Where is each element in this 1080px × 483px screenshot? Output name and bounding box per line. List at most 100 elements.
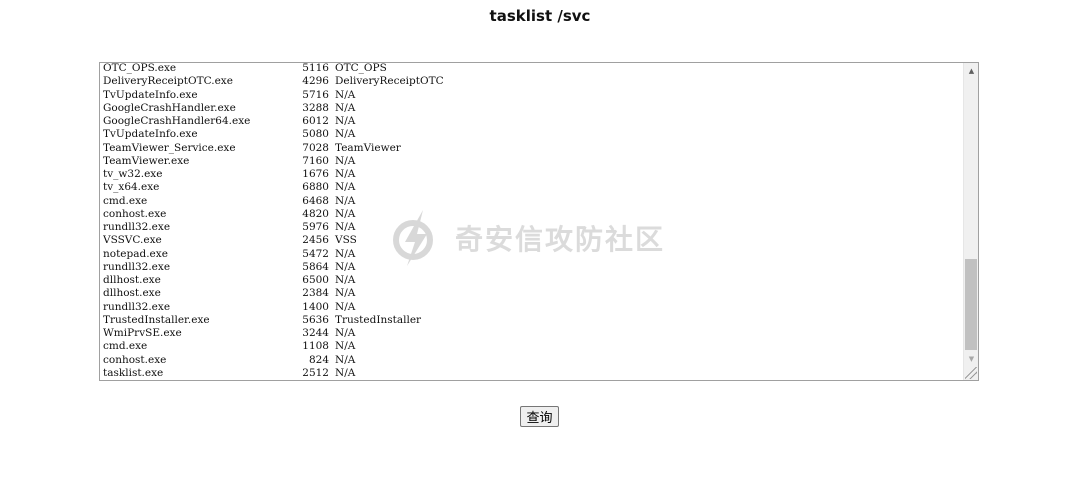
output-row: TeamViewer_Service.exe 7028 TeamViewer [103,142,961,155]
process-name: conhost.exe [103,207,167,220]
process-name: GoogleCrashHandler.exe [103,101,236,114]
output-row: dllhost.exe 6500 N/A [103,274,961,287]
process-name: conhost.exe [103,353,167,366]
process-pid: 824 [308,353,329,366]
output-row: rundll32.exe 5864 N/A [103,261,961,274]
output-row: rundll32.exe 1400 N/A [103,301,961,314]
process-services: N/A [335,181,356,194]
resize-grip-icon[interactable] [965,367,977,379]
process-name: TeamViewer_Service.exe [103,141,236,154]
output-row: tv_w32.exe 1676 N/A [103,168,961,181]
process-name: rundll32.exe [103,300,171,313]
output-row: GoogleCrashHandler64.exe 6012 N/A [103,115,961,128]
output-row: dllhost.exe 2384 N/A [103,287,961,300]
command-output-text: OTC_OPS.exe 5116 OTC_OPS DeliveryReceiptOTC… [103,62,961,380]
output-row: TvUpdateInfo.exe 5716 N/A [103,89,961,102]
process-services: N/A [335,115,356,127]
process-services: VSS [335,234,357,247]
process-services: N/A [335,154,356,167]
process-pid: 5080 [302,128,329,141]
output-row: OTC_OPS.exe 5116 OTC_OPS [103,62,961,75]
command-output-textarea[interactable]: OTC_OPS.exe 5116 OTC_OPS DeliveryReceiptOTC… [99,62,979,381]
page-title: tasklist /svc [489,7,591,25]
process-pid: 1676 [302,168,329,180]
output-row: GoogleCrashHandler.exe 3288 N/A [103,102,961,115]
process-pid: 3244 [302,327,329,339]
process-name: OTC_OPS.exe [103,62,177,74]
output-row: rundll32.exe 5976 N/A [103,221,961,234]
process-services: TeamViewer [335,141,401,154]
process-pid: 5472 [302,247,329,260]
output-row: VSSVC.exe 2456 VSS [103,234,961,247]
output-row: tv_x64.exe 6880 N/A [103,181,961,194]
process-name: notepad.exe [103,247,168,260]
process-name: TvUpdateInfo.exe [103,88,198,101]
query-button[interactable]: 查询 [520,406,559,427]
process-pid: 5976 [302,221,329,233]
process-pid: 5716 [302,88,329,101]
process-services: N/A [335,88,356,101]
process-pid: 3288 [302,101,329,114]
process-services: OTC_OPS [335,62,387,74]
process-pid: 6880 [302,181,329,194]
process-name: TrustedInstaller.exe [103,313,210,326]
output-row: tasklist.exe 2512 N/A [103,367,961,380]
process-pid: 2512 [302,366,329,379]
output-row: cmd.exe 1108 N/A [103,340,961,353]
output-row: cmd.exe 6468 N/A [103,195,961,208]
output-row: TvUpdateInfo.exe 5080 N/A [103,128,961,141]
process-name: tv_x64.exe [103,181,160,194]
process-services: N/A [335,287,356,300]
scroll-down-icon[interactable]: ▼ [964,351,978,366]
process-name: WmiPrvSE.exe [103,327,182,339]
process-services: N/A [335,300,356,313]
process-pid: 5116 [302,62,329,74]
output-row: conhost.exe 824 N/A [103,354,961,367]
output-row: TeamViewer.exe 7160 N/A [103,155,961,168]
process-name: VSSVC.exe [103,234,162,247]
process-pid: 5864 [302,260,329,273]
output-row: conhost.exe 4820 N/A [103,208,961,221]
process-services: N/A [335,194,356,207]
process-name: cmd.exe [103,340,148,353]
process-services: TrustedInstaller [335,313,422,326]
process-services: N/A [335,340,356,353]
output-row: WmiPrvSE.exe 3244 N/A [103,327,961,340]
process-pid: 2384 [302,287,329,300]
process-services: N/A [335,101,356,114]
output-row: TrustedInstaller.exe 5636 TrustedInstaller [103,314,961,327]
process-pid: 1108 [302,340,329,353]
vertical-scrollbar[interactable]: ▲ ▼ [963,63,978,380]
scroll-up-icon[interactable]: ▲ [964,63,978,78]
process-services: N/A [335,327,356,339]
process-name: GoogleCrashHandler64.exe [103,115,251,127]
process-name: TvUpdateInfo.exe [103,128,198,141]
process-pid: 7160 [302,154,329,167]
process-name: tasklist.exe [103,366,164,379]
scroll-thumb[interactable] [965,259,977,350]
process-services: N/A [335,353,356,366]
process-name: cmd.exe [103,194,148,207]
output-row: notepad.exe 5472 N/A [103,248,961,261]
process-services: N/A [335,168,356,180]
process-services: N/A [335,128,356,141]
process-name: TeamViewer.exe [103,154,190,167]
process-services: N/A [335,207,356,220]
process-name: rundll32.exe [103,260,171,273]
process-services: N/A [335,247,356,260]
process-name: rundll32.exe [103,221,171,233]
process-services: N/A [335,260,356,273]
process-pid: 4820 [302,207,329,220]
process-services: N/A [335,366,356,379]
process-name: DeliveryReceiptOTC.exe [103,75,233,88]
process-pid: 6468 [302,194,329,207]
process-pid: 6012 [302,115,329,127]
process-name: tv_w32.exe [103,168,163,180]
process-pid: 6500 [302,274,329,286]
process-pid: 7028 [302,141,329,154]
process-services: N/A [335,221,356,233]
process-pid: 2456 [302,234,329,247]
process-name: dllhost.exe [103,287,161,300]
process-services: DeliveryReceiptOTC [335,75,444,88]
process-services: N/A [335,274,356,286]
